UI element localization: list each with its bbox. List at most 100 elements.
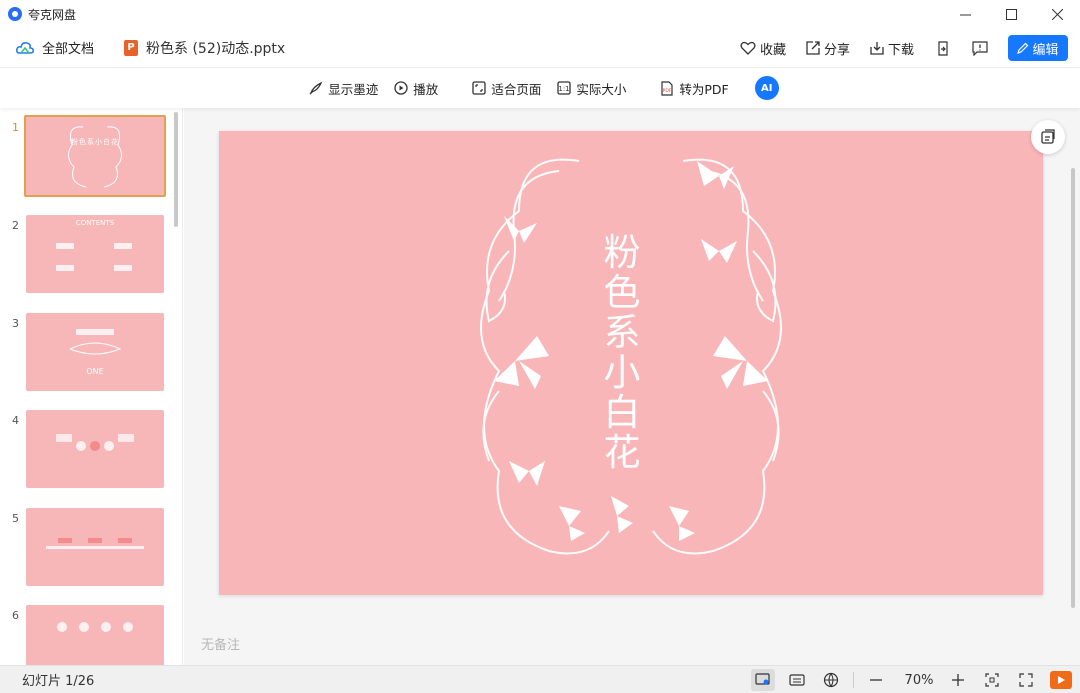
float-notes-button[interactable] bbox=[1031, 120, 1065, 154]
title-bar: 夸克网盘 bbox=[0, 0, 1080, 28]
window-controls bbox=[942, 0, 1080, 28]
thumbnail-number: 6 bbox=[12, 609, 19, 622]
slide-view-icon bbox=[755, 673, 770, 685]
thumbnail-number: 1 bbox=[12, 121, 19, 134]
all-docs-link[interactable]: 全部文档 bbox=[16, 38, 94, 57]
svg-text:1:1: 1:1 bbox=[559, 85, 570, 93]
thumbnail-number: 4 bbox=[12, 414, 19, 427]
status-controls: 70% bbox=[741, 666, 1072, 693]
ai-assistant-label: AI bbox=[760, 82, 773, 94]
section-frame-icon bbox=[69, 329, 122, 355]
slide-canvas: 粉色系小白花 bbox=[219, 131, 1043, 595]
maximize-icon bbox=[1005, 8, 1017, 20]
app-title: 夸克网盘 bbox=[28, 7, 77, 22]
separator bbox=[853, 672, 854, 688]
feedback-icon bbox=[972, 40, 988, 56]
view-toolbar: 显示墨迹 播放 适合页面 1:1 实际大小 PDF 转为PDF AI bbox=[0, 68, 1080, 108]
favorite-button[interactable]: 收藏 bbox=[740, 39, 786, 58]
share-icon bbox=[806, 41, 820, 55]
thumbnail-item[interactable]: 4 bbox=[0, 410, 175, 500]
quark-logo-icon bbox=[8, 7, 22, 21]
file-actions: 收藏 分享 下载 编辑 bbox=[720, 28, 1068, 68]
favorite-label: 收藏 bbox=[759, 42, 786, 58]
feedback-button[interactable] bbox=[972, 40, 988, 56]
contents-layout-icon bbox=[56, 243, 132, 271]
thumbnail-image bbox=[26, 508, 164, 586]
export-button[interactable] bbox=[936, 40, 950, 56]
share-button[interactable]: 分享 bbox=[806, 39, 850, 58]
normal-view-button[interactable] bbox=[751, 669, 775, 691]
cloud-icon bbox=[16, 41, 34, 54]
viewer-scrollbar[interactable] bbox=[1071, 168, 1075, 608]
pen-ink-icon bbox=[309, 81, 323, 95]
actual-size-icon: 1:1 bbox=[557, 81, 571, 95]
share-label: 分享 bbox=[823, 42, 850, 58]
columns-layout-icon bbox=[57, 622, 133, 632]
download-button[interactable]: 下载 bbox=[870, 39, 914, 58]
plus-icon bbox=[952, 674, 964, 686]
thumbnails-scrollbar[interactable] bbox=[174, 112, 178, 227]
edit-label: 编辑 bbox=[1032, 42, 1059, 58]
file-title: P 粉色系 (52)动态.pptx bbox=[124, 38, 285, 58]
thumbnail-item[interactable]: 6 bbox=[0, 605, 175, 665]
convert-pdf-button[interactable]: PDF 转为PDF bbox=[660, 79, 729, 98]
pptx-file-icon: P bbox=[124, 39, 139, 56]
zoom-level[interactable]: 70% bbox=[902, 673, 936, 688]
thumbnail-caption: 粉色系小白花 bbox=[71, 138, 119, 146]
thumbnail-image bbox=[26, 605, 164, 665]
floral-frame-icon bbox=[68, 126, 122, 188]
thumbnail-item[interactable]: 3 ONE bbox=[0, 313, 175, 403]
zoom-in-button[interactable] bbox=[946, 669, 970, 691]
minus-icon bbox=[870, 679, 882, 681]
actual-size-label: 实际大小 bbox=[576, 81, 627, 97]
svg-text:PDF: PDF bbox=[663, 88, 672, 94]
notes-placeholder[interactable]: 无备注 bbox=[201, 634, 240, 653]
web-view-button[interactable] bbox=[819, 669, 843, 691]
show-ink-label: 显示墨迹 bbox=[328, 81, 379, 97]
play-circle-icon bbox=[394, 81, 408, 95]
minimize-icon bbox=[959, 14, 971, 15]
download-label: 下载 bbox=[887, 42, 914, 58]
show-ink-button[interactable]: 显示墨迹 bbox=[309, 79, 378, 98]
pdf-icon: PDF bbox=[661, 80, 673, 96]
thumbnail-item[interactable]: 1 粉色系小白花 bbox=[0, 115, 175, 207]
convert-pdf-label: 转为PDF bbox=[679, 81, 729, 97]
keyboard-icon bbox=[789, 674, 805, 686]
pencil-icon bbox=[1017, 42, 1029, 54]
fit-page-label: 适合页面 bbox=[491, 81, 542, 97]
minimize-button[interactable] bbox=[942, 0, 988, 28]
fullscreen-button[interactable] bbox=[1014, 669, 1038, 691]
circles-layout-icon bbox=[56, 434, 134, 451]
play-label: 播放 bbox=[413, 81, 439, 97]
thumbnail-image: CONTENTS bbox=[26, 215, 164, 293]
zoom-out-button[interactable] bbox=[864, 669, 888, 691]
thumbnail-number: 3 bbox=[12, 317, 19, 330]
file-bar: 全部文档 P 粉色系 (52)动态.pptx 收藏 分享 下载 编辑 bbox=[0, 28, 1080, 68]
close-button[interactable] bbox=[1034, 0, 1080, 28]
slideshow-play-button[interactable] bbox=[1050, 671, 1072, 689]
notes-view-button[interactable] bbox=[785, 669, 809, 691]
fit-window-button[interactable] bbox=[980, 669, 1004, 691]
actual-size-button[interactable]: 1:1 实际大小 bbox=[557, 79, 626, 98]
thumbnail-item[interactable]: 5 bbox=[0, 508, 175, 598]
fit-page-icon bbox=[472, 81, 486, 95]
slide-thumbnails-panel: 1 粉色系小白花 2 CONTENTS 3 ONE 4 5 6 bbox=[0, 108, 183, 665]
file-name: 粉色系 (52)动态.pptx bbox=[146, 40, 286, 57]
globe-icon bbox=[823, 672, 839, 688]
fit-page-button[interactable]: 适合页面 bbox=[472, 79, 541, 98]
fit-icon bbox=[985, 673, 999, 687]
ai-assistant-button[interactable]: AI bbox=[754, 76, 779, 100]
play-button[interactable]: 播放 bbox=[394, 79, 438, 98]
heart-icon bbox=[740, 41, 756, 55]
close-icon bbox=[1051, 8, 1063, 20]
slide-title: 粉色系小白花 bbox=[603, 231, 641, 474]
thumbnail-number: 2 bbox=[12, 219, 19, 232]
thumbnail-image bbox=[26, 410, 164, 488]
export-icon bbox=[938, 40, 948, 56]
app-window: 夸克网盘 全部文档 P 粉色系 (52)动态.pptx 收藏 分享 下载 编辑 … bbox=[0, 0, 1080, 693]
maximize-button[interactable] bbox=[988, 0, 1034, 28]
thumbnail-caption: ONE bbox=[86, 367, 104, 376]
thumbnail-item[interactable]: 2 CONTENTS bbox=[0, 215, 175, 305]
edit-button[interactable]: 编辑 bbox=[1008, 35, 1068, 61]
all-docs-label: 全部文档 bbox=[42, 42, 95, 57]
